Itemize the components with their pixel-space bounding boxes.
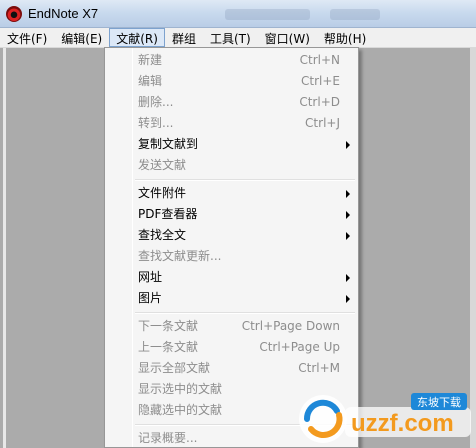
menu-edit[interactable]: 编辑(E) — [54, 28, 109, 47]
menu-file[interactable]: 文件(F) — [0, 28, 54, 47]
menu-item-new[interactable]: 新建 Ctrl+N — [105, 50, 358, 71]
shortcut-label: Ctrl+E — [301, 74, 340, 88]
blurred-title-region — [225, 9, 310, 20]
menu-item-label: 删除... — [138, 95, 174, 109]
blurred-title-region — [330, 9, 380, 20]
menu-item-label: 显示全部文献 — [138, 361, 211, 375]
menu-item-label: 上一条文献 — [138, 340, 199, 354]
submenu-arrow-icon — [346, 211, 350, 219]
submenu-arrow-icon — [346, 141, 350, 149]
uzzf-watermark-logo: uzzf.com 东坡下载 — [299, 393, 471, 443]
shortcut-label: Ctrl+D — [299, 95, 340, 109]
menu-item-figure[interactable]: 图片 — [105, 288, 358, 309]
submenu-arrow-icon — [346, 295, 350, 303]
menu-item-file-attachments[interactable]: 文件附件 — [105, 183, 358, 204]
shortcut-label: Ctrl+M — [298, 361, 340, 375]
menu-item-label: 发送文献 — [138, 158, 187, 172]
shortcut-label: Ctrl+Page Down — [241, 319, 340, 333]
menu-item-label: 转到... — [138, 116, 174, 130]
menu-item-label: 记录概要... — [138, 431, 198, 445]
menu-item-url[interactable]: 网址 — [105, 267, 358, 288]
menu-item-label: 查找全文 — [138, 228, 187, 242]
menu-tools[interactable]: 工具(T) — [203, 28, 258, 47]
shortcut-label: Ctrl+N — [299, 53, 340, 67]
menu-help[interactable]: 帮助(H) — [317, 28, 373, 47]
menu-item-label: 文件附件 — [138, 186, 187, 200]
title-bar: EndNote X7 — [0, 0, 476, 28]
menu-item-edit[interactable]: 编辑 Ctrl+E — [105, 71, 358, 92]
menu-item-copy-references-to[interactable]: 复制文献到 — [105, 134, 358, 155]
menu-item-label: 下一条文献 — [138, 319, 199, 333]
menu-item-show-all-references[interactable]: 显示全部文献 Ctrl+M — [105, 358, 358, 379]
shortcut-label: Ctrl+J — [305, 116, 340, 130]
menu-groups[interactable]: 群组 — [165, 28, 203, 47]
menu-item-delete[interactable]: 删除... Ctrl+D — [105, 92, 358, 113]
menu-item-goto[interactable]: 转到... Ctrl+J — [105, 113, 358, 134]
endnote-app-icon — [6, 6, 22, 22]
menu-item-label: PDF查看器 — [138, 207, 198, 221]
menu-item-label: 查找文献更新... — [138, 249, 222, 263]
menu-item-send-references[interactable]: 发送文献 — [105, 155, 358, 176]
watermark-brand-text: uzzf.com — [351, 410, 454, 437]
menu-item-previous-reference[interactable]: 上一条文献 Ctrl+Page Up — [105, 337, 358, 358]
menu-separator — [105, 309, 358, 316]
menu-item-label: 图片 — [138, 291, 163, 305]
shortcut-label: Ctrl+Page Up — [259, 340, 340, 354]
menu-item-label: 编辑 — [138, 74, 163, 88]
menu-window[interactable]: 窗口(W) — [258, 28, 317, 47]
menu-item-label: 网址 — [138, 270, 163, 284]
submenu-arrow-icon — [346, 232, 350, 240]
menu-item-pdf-viewer[interactable]: PDF查看器 — [105, 204, 358, 225]
submenu-arrow-icon — [346, 190, 350, 198]
menu-references[interactable]: 文献(R) — [109, 28, 165, 47]
window-title: EndNote X7 — [28, 6, 99, 21]
menu-bar: 文件(F) 编辑(E) 文献(R) 群组 工具(T) 窗口(W) 帮助(H) — [0, 28, 476, 48]
window-left-border — [3, 48, 6, 448]
menu-item-label: 复制文献到 — [138, 137, 199, 151]
submenu-arrow-icon — [346, 274, 350, 282]
menu-item-find-full-text[interactable]: 查找全文 — [105, 225, 358, 246]
watermark-badge-text: 东坡下载 — [417, 396, 461, 409]
menu-item-label: 隐藏选中的文献 — [138, 403, 223, 417]
menu-item-find-reference-updates[interactable]: 查找文献更新... — [105, 246, 358, 267]
menu-item-next-reference[interactable]: 下一条文献 Ctrl+Page Down — [105, 316, 358, 337]
menu-separator — [105, 176, 358, 183]
menu-item-label: 新建 — [138, 53, 163, 67]
menu-item-label: 显示选中的文献 — [138, 382, 223, 396]
